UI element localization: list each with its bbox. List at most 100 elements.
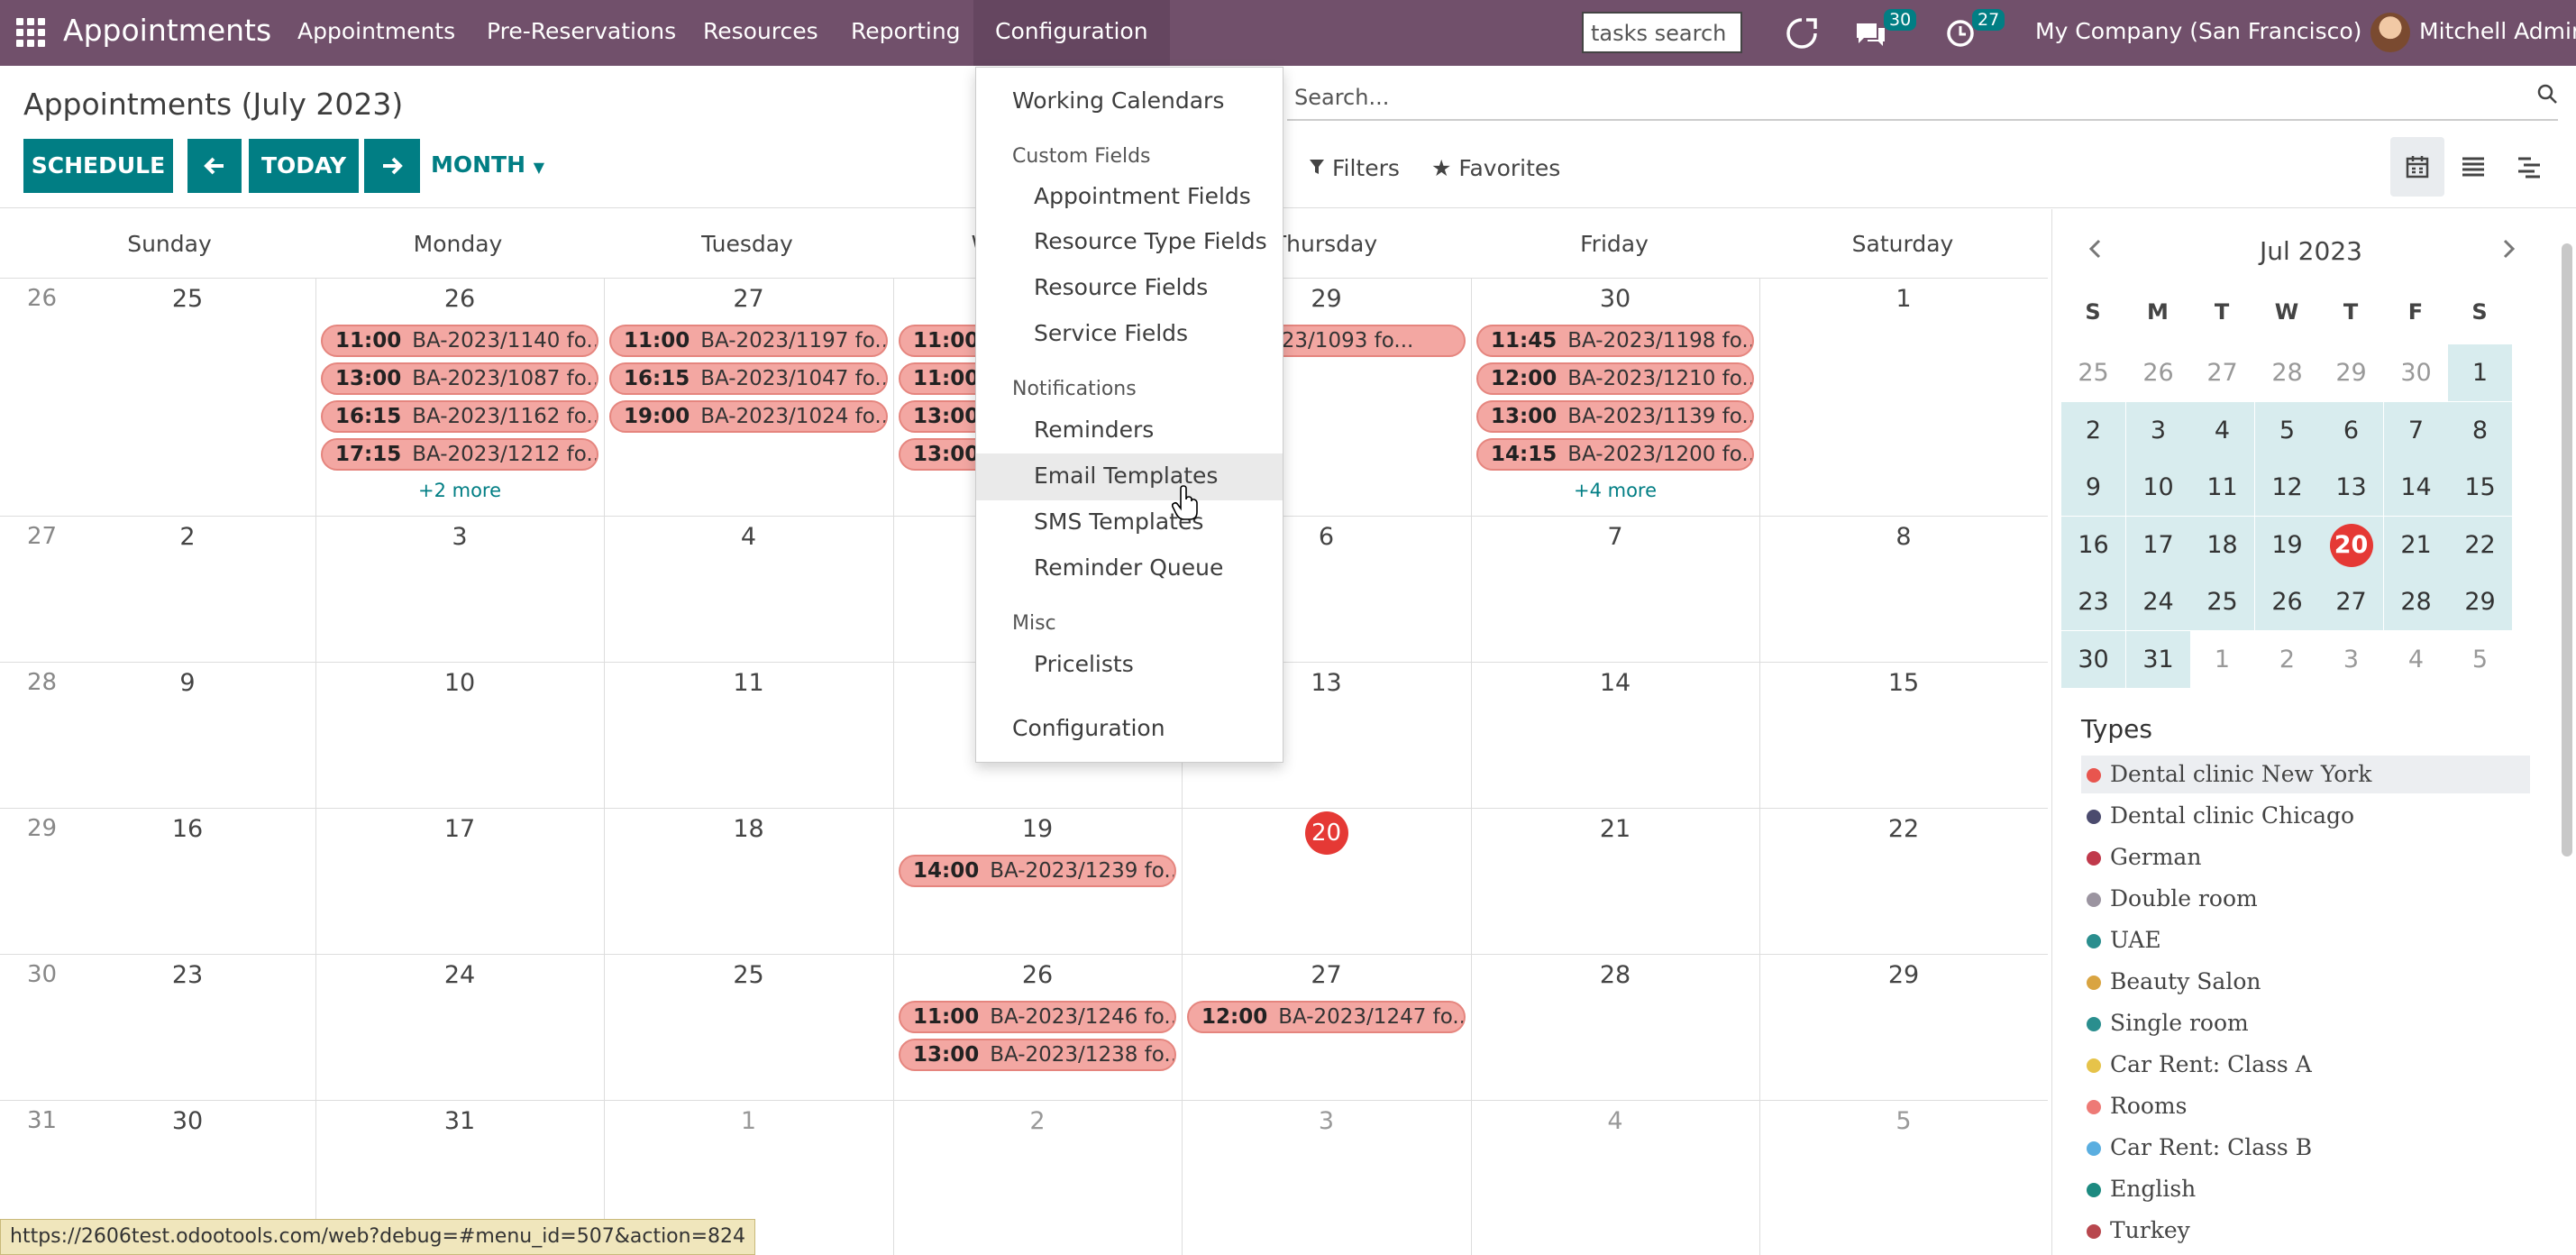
mini-calendar-day[interactable]: 21 <box>2384 516 2448 573</box>
menu-resource-type-fields[interactable]: Resource Type Fields <box>1034 228 1267 254</box>
calendar-date-number[interactable]: 19 <box>1010 815 1064 843</box>
mini-calendar-day[interactable]: 12 <box>2255 459 2319 516</box>
mini-calendar-day[interactable]: 28 <box>2255 344 2319 401</box>
menu-working-calendars[interactable]: Working Calendars <box>1012 87 1224 114</box>
gantt-view-button[interactable] <box>2502 137 2556 197</box>
menu-appointment-fields[interactable]: Appointment Fields <box>1034 183 1251 209</box>
mini-calendar-day[interactable]: 4 <box>2190 401 2254 459</box>
mini-calendar-day[interactable]: 18 <box>2190 516 2254 573</box>
menu-reminders[interactable]: Reminders <box>1034 417 1154 443</box>
calendar-date-number[interactable]: 31 <box>433 1107 487 1135</box>
mini-calendar-day[interactable]: 5 <box>2448 631 2512 688</box>
calendar-date-number[interactable]: 27 <box>722 285 776 313</box>
calendar-date-number[interactable]: 25 <box>722 961 776 989</box>
calendar-date-number[interactable]: 8 <box>1877 523 1931 551</box>
mini-calendar-day[interactable]: 9 <box>2061 459 2125 516</box>
calendar-date-number[interactable]: 10 <box>433 669 487 697</box>
type-filter-item[interactable]: German <box>2081 838 2530 876</box>
calendar-date-number[interactable]: 6 <box>1300 523 1354 551</box>
mini-calendar-day[interactable]: 29 <box>2448 573 2512 630</box>
app-brand[interactable]: Appointments <box>63 13 271 48</box>
mini-calendar-day[interactable]: 8 <box>2448 401 2512 459</box>
more-events-link[interactable]: +4 more <box>1471 480 1759 501</box>
calendar-event[interactable]: 12:00 BA-2023/1210 fo... <box>1476 362 1754 395</box>
calendar-event[interactable]: 14:00 BA-2023/1239 fo... <box>899 855 1176 887</box>
mini-calendar-day[interactable]: 28 <box>2384 573 2448 630</box>
type-filter-item[interactable]: Dental clinic Chicago <box>2081 797 2530 835</box>
calendar-event[interactable]: 11:45 BA-2023/1198 fo... <box>1476 325 1754 357</box>
menu-resources[interactable]: Resources <box>703 18 818 44</box>
mini-calendar-day[interactable]: 3 <box>2319 631 2383 688</box>
calendar-date-number[interactable]: 1 <box>1877 285 1931 313</box>
mini-prev-month-icon[interactable] <box>2085 238 2106 260</box>
mini-calendar-day[interactable]: 7 <box>2384 401 2448 459</box>
calendar-event[interactable]: 16:15 BA-2023/1047 fo... <box>609 362 888 395</box>
more-events-link[interactable]: +2 more <box>315 480 604 501</box>
favorites-button[interactable]: ★ Favorites <box>1431 155 1560 181</box>
tasks-search-input[interactable]: tasks search <box>1582 12 1742 53</box>
menu-pre-reservations[interactable]: Pre-Reservations <box>487 18 676 44</box>
calendar-view-button[interactable] <box>2390 137 2444 197</box>
mini-calendar-day[interactable]: 26 <box>2126 344 2190 401</box>
type-filter-item[interactable]: UAE <box>2081 921 2530 959</box>
mini-calendar-day[interactable]: 26 <box>2255 573 2319 630</box>
calendar-event[interactable]: 19:00 BA-2023/1024 fo... <box>609 400 888 433</box>
calendar-date-number[interactable]: 4 <box>1588 1107 1642 1135</box>
side-panel-scrollbar[interactable] <box>2562 243 2572 857</box>
calendar-event[interactable]: 13:00 BA-2023/1238 fo... <box>899 1039 1176 1071</box>
mini-calendar-day[interactable]: 3 <box>2126 401 2190 459</box>
menu-reminder-queue[interactable]: Reminder Queue <box>1034 554 1223 581</box>
mini-calendar-day[interactable]: 19 <box>2255 516 2319 573</box>
mini-calendar-day[interactable]: 4 <box>2384 631 2448 688</box>
mini-calendar-day[interactable]: 31 <box>2126 630 2190 688</box>
calendar-date-number[interactable]: 27 <box>1300 961 1354 989</box>
calendar-date-number[interactable]: 18 <box>722 815 776 843</box>
mini-calendar-day[interactable]: 1 <box>2190 631 2254 688</box>
type-filter-item[interactable]: Double room <box>2081 880 2530 918</box>
discuss-refresh-icon[interactable] <box>1785 16 1819 50</box>
type-filter-item[interactable]: Turkey <box>2081 1212 2530 1250</box>
app-menu-icon[interactable] <box>16 18 45 47</box>
calendar-date-number[interactable]: 2 <box>160 523 215 551</box>
menu-configuration-settings[interactable]: Configuration <box>1012 715 1165 741</box>
type-filter-item[interactable]: Beauty Salon <box>2081 963 2530 1001</box>
calendar-date-number[interactable]: 26 <box>433 285 487 313</box>
calendar-date-number[interactable]: 14 <box>1588 669 1642 697</box>
type-filter-item[interactable]: Single room <box>2081 1004 2530 1042</box>
calendar-date-number[interactable]: 5 <box>1877 1107 1931 1135</box>
calendar-date-number[interactable]: 26 <box>1010 961 1064 989</box>
mini-calendar-day[interactable]: 13 <box>2319 459 2383 516</box>
calendar-date-number[interactable]: 1 <box>722 1107 776 1135</box>
mini-calendar-day[interactable]: 25 <box>2061 344 2125 401</box>
today-button[interactable]: TODAY <box>249 139 359 193</box>
messages-icon[interactable] <box>1853 20 1887 49</box>
activities-clock-icon[interactable] <box>1945 18 1976 49</box>
menu-reporting[interactable]: Reporting <box>851 18 961 44</box>
filters-button[interactable]: Filters <box>1309 155 1400 181</box>
calendar-date-number[interactable]: 25 <box>160 285 215 313</box>
today-date-marker[interactable]: 20 <box>1304 811 1348 855</box>
mini-calendar-day[interactable]: 15 <box>2448 459 2512 516</box>
mini-calendar-day[interactable]: 22 <box>2448 516 2512 573</box>
calendar-event[interactable]: 11:00 BA-2023/1197 fo... <box>609 325 888 357</box>
company-switcher[interactable]: My Company (San Francisco) <box>2035 18 2361 44</box>
calendar-date-number[interactable]: 29 <box>1300 285 1354 313</box>
mini-calendar-day[interactable]: 1 <box>2448 344 2512 401</box>
calendar-date-number[interactable]: 13 <box>1300 669 1354 697</box>
calendar-date-number[interactable]: 24 <box>433 961 487 989</box>
calendar-date-number[interactable]: 15 <box>1877 669 1931 697</box>
mini-calendar-day[interactable]: 2 <box>2061 401 2125 459</box>
calendar-date-number[interactable]: 28 <box>1588 961 1642 989</box>
previous-button[interactable] <box>187 139 242 193</box>
calendar-event[interactable]: 13:00 BA-2023/1139 fo... <box>1476 400 1754 433</box>
mini-calendar-day[interactable]: 30 <box>2061 630 2125 688</box>
calendar-event[interactable]: 12:00 BA-2023/1247 fo... <box>1187 1001 1466 1033</box>
calendar-date-number[interactable]: 21 <box>1588 815 1642 843</box>
calendar-date-number[interactable]: 2 <box>1010 1107 1064 1135</box>
type-filter-item[interactable]: Dental clinic New York <box>2081 756 2530 793</box>
mini-calendar-day[interactable]: 29 <box>2319 344 2383 401</box>
calendar-date-number[interactable]: 3 <box>433 523 487 551</box>
next-button[interactable] <box>364 139 420 193</box>
calendar-date-number[interactable]: 16 <box>160 815 215 843</box>
list-view-button[interactable] <box>2446 137 2500 197</box>
